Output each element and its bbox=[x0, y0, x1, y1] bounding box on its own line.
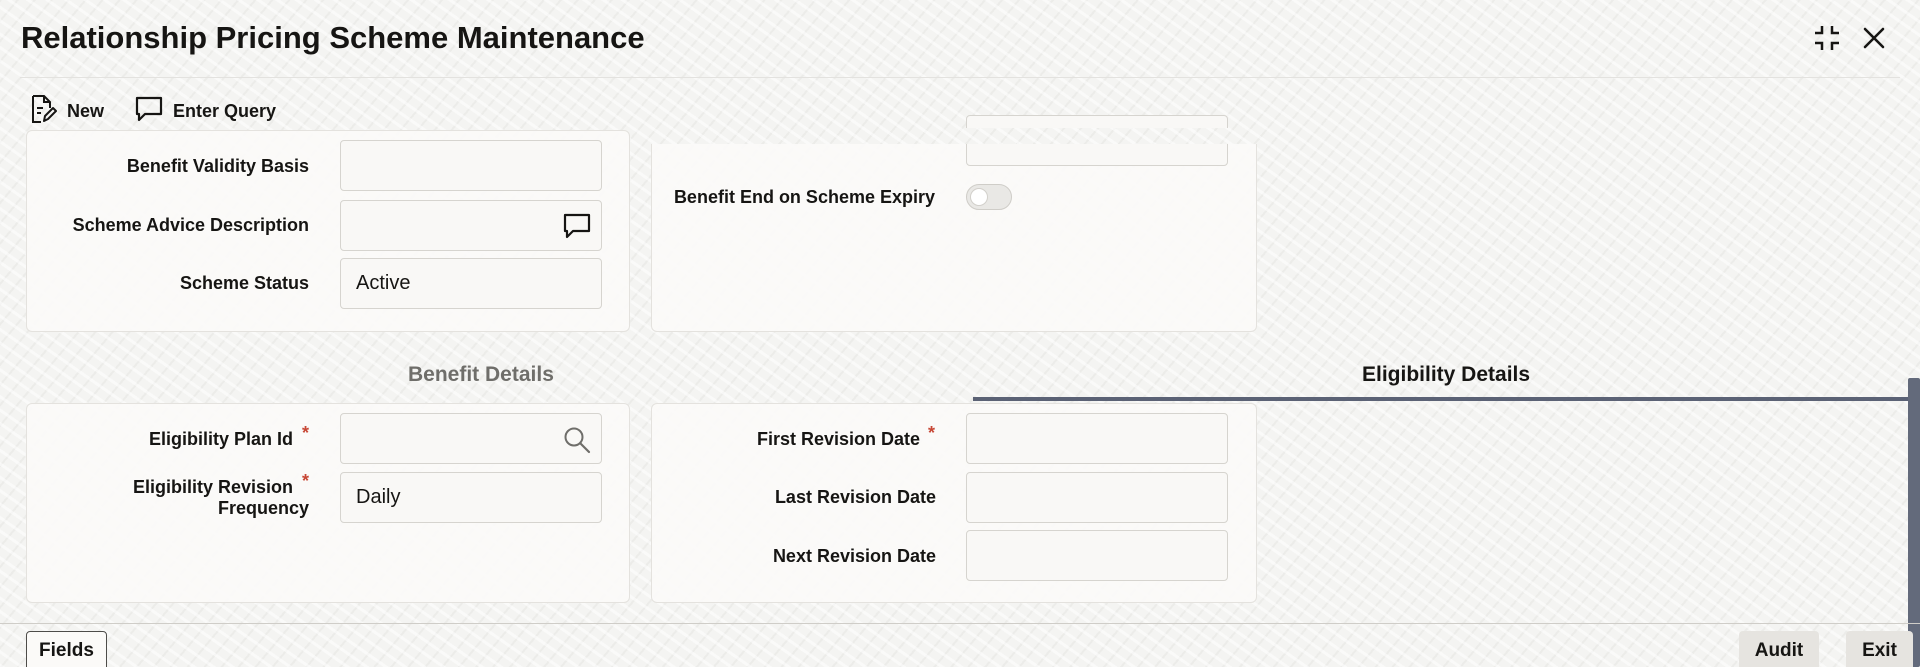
enter-query-button[interactable]: Enter Query bbox=[135, 94, 276, 128]
page-title: Relationship Pricing Scheme Maintenance bbox=[21, 20, 645, 55]
execution-type-label: Execution Type bbox=[808, 132, 940, 144]
last-revision-date-field[interactable] bbox=[966, 472, 1228, 523]
tab-benefit-details[interactable]: Benefit Details bbox=[408, 363, 554, 387]
execution-type-field[interactable] bbox=[966, 115, 1228, 166]
scheme-status-label: Scheme Status bbox=[179, 273, 309, 293]
active-tab-indicator bbox=[973, 397, 1908, 401]
fields-button[interactable]: Fields bbox=[26, 631, 107, 667]
next-revision-date-field[interactable] bbox=[966, 530, 1228, 581]
eligibility-revision-frequency-label-line1: Eligibility Revision bbox=[132, 477, 293, 497]
scheme-advice-description-label: Scheme Advice Description bbox=[72, 215, 309, 235]
footer-divider bbox=[0, 623, 1920, 624]
first-revision-date-label: First Revision Date bbox=[756, 429, 920, 449]
benefit-validity-basis-label: Benefit Validity Basis bbox=[126, 156, 309, 176]
required-marker: * bbox=[928, 423, 936, 443]
scheme-status-field[interactable]: Active bbox=[340, 258, 602, 309]
required-marker: * bbox=[302, 471, 310, 491]
benefit-end-on-scheme-expiry-label: Benefit End on Scheme Expiry bbox=[673, 187, 935, 207]
enter-query-label: Enter Query bbox=[173, 100, 277, 121]
header-divider bbox=[20, 77, 1900, 78]
next-revision-date-label: Next Revision Date bbox=[772, 546, 936, 566]
eligibility-plan-id-field[interactable] bbox=[340, 413, 602, 464]
search-icon[interactable] bbox=[563, 426, 591, 460]
new-button[interactable]: New bbox=[29, 94, 104, 128]
exit-button[interactable]: Exit bbox=[1846, 631, 1913, 667]
toggle-knob bbox=[970, 188, 988, 206]
new-button-label: New bbox=[67, 100, 105, 121]
audit-button[interactable]: Audit bbox=[1739, 631, 1819, 667]
required-marker: * bbox=[302, 423, 310, 443]
comment-icon bbox=[135, 95, 163, 128]
new-document-icon bbox=[29, 93, 57, 130]
eligibility-revision-frequency-label-line2: Frequency bbox=[217, 498, 309, 518]
benefit-end-on-scheme-expiry-toggle[interactable] bbox=[966, 184, 1012, 210]
first-revision-date-field[interactable] bbox=[966, 413, 1228, 464]
benefit-validity-basis-field[interactable] bbox=[340, 140, 602, 191]
last-revision-date-label: Last Revision Date bbox=[774, 487, 936, 507]
execution-type-label-clip: Execution Type bbox=[650, 0, 950, 144]
comment-icon[interactable] bbox=[563, 213, 591, 245]
tab-eligibility-details[interactable]: Eligibility Details bbox=[1362, 363, 1530, 387]
eligibility-plan-id-label: Eligibility Plan Id bbox=[148, 429, 293, 449]
eligibility-revision-frequency-field[interactable]: Daily bbox=[340, 472, 602, 523]
minimize-icon[interactable] bbox=[1811, 22, 1843, 54]
scheme-advice-description-field[interactable] bbox=[340, 200, 602, 251]
close-icon[interactable] bbox=[1858, 22, 1890, 54]
